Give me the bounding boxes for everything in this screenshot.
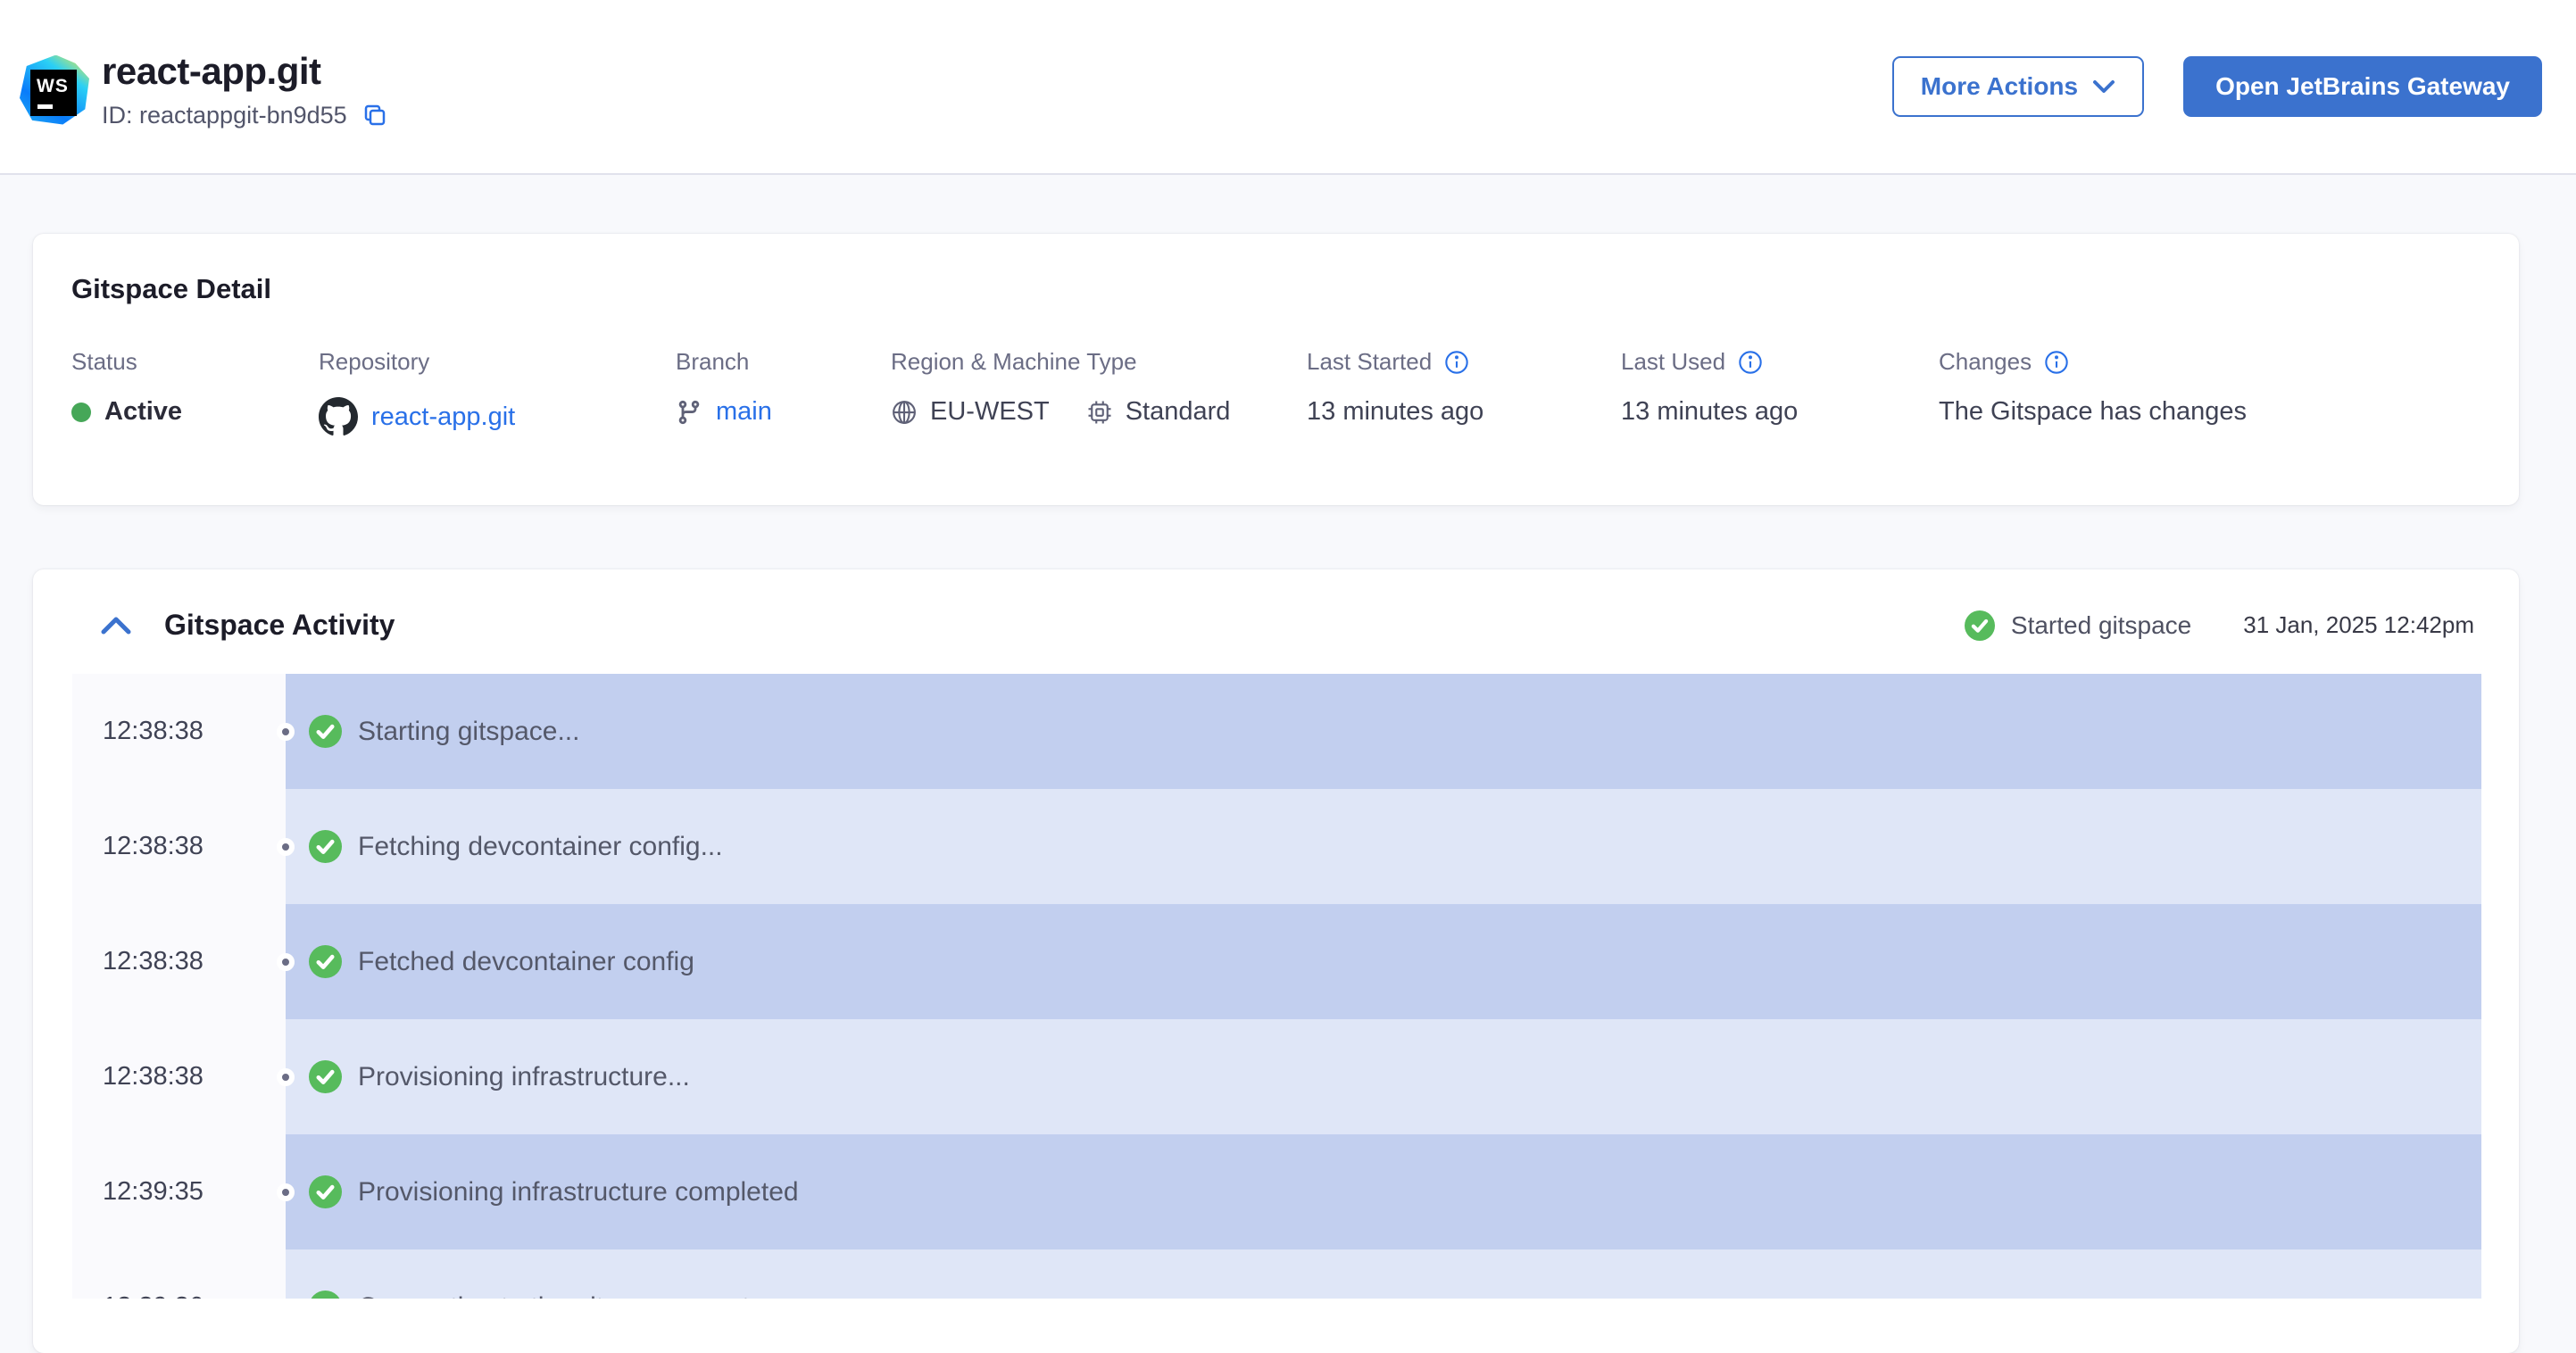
log-message: Fetched devcontainer config bbox=[358, 946, 694, 976]
gitspace-detail-card: Gitspace Detail Status Active Repository… bbox=[33, 234, 2519, 505]
log-row: 12:39:36 Connecting to the gitspace agen… bbox=[72, 1249, 2481, 1299]
check-circle-icon bbox=[311, 1291, 340, 1299]
log-time: 12:38:38 bbox=[72, 674, 286, 789]
log-message: Fetching devcontainer config... bbox=[358, 831, 723, 861]
field-status: Status Active bbox=[71, 348, 182, 427]
log-time: 12:38:38 bbox=[72, 904, 286, 1019]
check-circle-icon bbox=[309, 1060, 342, 1093]
status-dot-icon bbox=[71, 402, 91, 422]
machine-chip-icon bbox=[1088, 401, 1111, 423]
webstorm-icon-label: WS bbox=[37, 75, 69, 96]
activity-log-list: 12:38:38 Starting gitspace... 12:38:38 F… bbox=[72, 674, 2481, 1299]
last-started-value: 13 minutes ago bbox=[1307, 397, 1484, 426]
more-actions-button[interactable]: More Actions bbox=[1891, 56, 2145, 117]
field-region-machine: Region & Machine Type EU-WEST Standard bbox=[891, 348, 1230, 427]
log-time: 12:38:38 bbox=[72, 789, 286, 904]
log-message: Provisioning infrastructure completed bbox=[358, 1176, 799, 1207]
open-jetbrains-gateway-label: Open JetBrains Gateway bbox=[2215, 72, 2510, 100]
log-message: Provisioning infrastructure... bbox=[358, 1061, 690, 1092]
log-message: Starting gitspace... bbox=[358, 716, 580, 746]
log-content: Provisioning infrastructure completed bbox=[286, 1134, 2481, 1249]
changes-label: Changes bbox=[1939, 348, 2032, 375]
timeline-dot-icon bbox=[277, 1183, 295, 1201]
field-last-used: Last Used 13 minutes ago bbox=[1621, 348, 1798, 427]
activity-status-text: Started gitspace bbox=[2010, 610, 2192, 639]
webstorm-icon: WS bbox=[20, 54, 89, 125]
chevron-down-icon bbox=[2093, 80, 2115, 93]
gitspace-activity-card: Gitspace Activity Started gitspace 31 Ja… bbox=[33, 569, 2519, 1353]
gitspace-id: ID: reactappgit-bn9d55 bbox=[102, 101, 347, 129]
info-icon[interactable] bbox=[2044, 350, 2069, 375]
chevron-up-icon bbox=[101, 617, 131, 634]
log-content: Provisioning infrastructure... bbox=[286, 1019, 2481, 1134]
page-title: react-app.git bbox=[102, 49, 321, 92]
machine-type-value: Standard bbox=[1125, 397, 1231, 426]
copy-icon bbox=[364, 104, 385, 126]
gitspace-activity-title: Gitspace Activity bbox=[164, 609, 395, 641]
log-message: Connecting to the gitspace agent... bbox=[358, 1292, 772, 1299]
info-icon[interactable] bbox=[1444, 350, 1469, 375]
repository-link[interactable]: react-app.git bbox=[371, 403, 515, 432]
last-used-label: Last Used bbox=[1621, 348, 1726, 375]
log-time: 12:39:35 bbox=[72, 1134, 286, 1249]
log-row: 12:38:38 Fetching devcontainer config... bbox=[72, 789, 2481, 904]
copy-id-button[interactable] bbox=[361, 102, 388, 129]
timeline-dot-icon bbox=[277, 1067, 295, 1086]
log-row: 12:39:35 Provisioning infrastructure com… bbox=[72, 1134, 2481, 1249]
log-row: 12:38:38 Starting gitspace... bbox=[72, 674, 2481, 789]
changes-value: The Gitspace has changes bbox=[1939, 397, 2247, 426]
log-time: 12:39:36 bbox=[72, 1249, 286, 1299]
status-value: Active bbox=[104, 397, 183, 426]
webstorm-icon-badge: WS bbox=[30, 69, 77, 116]
last-used-value: 13 minutes ago bbox=[1621, 397, 1799, 426]
collapse-activity-button[interactable] bbox=[100, 615, 132, 636]
log-row: 12:38:38 Fetched devcontainer config bbox=[72, 904, 2481, 1019]
check-circle-icon bbox=[1964, 610, 1995, 641]
timeline-dot-icon bbox=[277, 837, 295, 856]
status-label: Status bbox=[71, 348, 137, 375]
log-content: Connecting to the gitspace agent... bbox=[286, 1249, 2481, 1299]
repository-label: Repository bbox=[319, 348, 430, 375]
webstorm-icon-dash bbox=[37, 104, 53, 109]
activity-started-at: 31 Jan, 2025 12:42pm bbox=[2243, 611, 2474, 638]
gitspace-detail-title: Gitspace Detail bbox=[71, 273, 271, 304]
last-started-label: Last Started bbox=[1307, 348, 1433, 375]
timeline-dot-icon bbox=[277, 952, 295, 971]
header-title-group: WS react-app.git ID: reactappgit-bn9d55 bbox=[20, 45, 388, 129]
check-circle-icon bbox=[309, 1175, 342, 1208]
region-value: EU-WEST bbox=[930, 397, 1050, 426]
globe-icon bbox=[893, 400, 916, 424]
field-last-started: Last Started 13 minutes ago bbox=[1307, 348, 1483, 427]
branch-link[interactable]: main bbox=[716, 397, 772, 427]
log-content: Fetching devcontainer config... bbox=[286, 789, 2481, 904]
field-repository: Repository react-app.git bbox=[319, 348, 515, 436]
check-circle-icon bbox=[309, 830, 342, 863]
log-time: 12:38:38 bbox=[72, 1019, 286, 1134]
field-branch: Branch main bbox=[676, 348, 772, 427]
region-machine-label: Region & Machine Type bbox=[891, 348, 1137, 375]
page-header: WS react-app.git ID: reactappgit-bn9d55 … bbox=[0, 0, 2576, 175]
log-content: Starting gitspace... bbox=[286, 674, 2481, 789]
check-circle-icon bbox=[309, 945, 342, 978]
open-jetbrains-gateway-button[interactable]: Open JetBrains Gateway bbox=[2183, 56, 2542, 117]
field-changes: Changes The Gitspace has changes bbox=[1939, 348, 2247, 427]
info-icon[interactable] bbox=[1738, 350, 1763, 375]
git-branch-icon bbox=[678, 400, 700, 424]
branch-label: Branch bbox=[676, 348, 750, 375]
more-actions-label: More Actions bbox=[1920, 72, 2079, 100]
log-row: 12:38:38 Provisioning infrastructure... bbox=[72, 1019, 2481, 1134]
github-icon bbox=[319, 397, 358, 436]
check-circle-icon bbox=[309, 715, 342, 748]
timeline-dot-icon bbox=[277, 722, 295, 741]
log-content: Fetched devcontainer config bbox=[286, 904, 2481, 1019]
